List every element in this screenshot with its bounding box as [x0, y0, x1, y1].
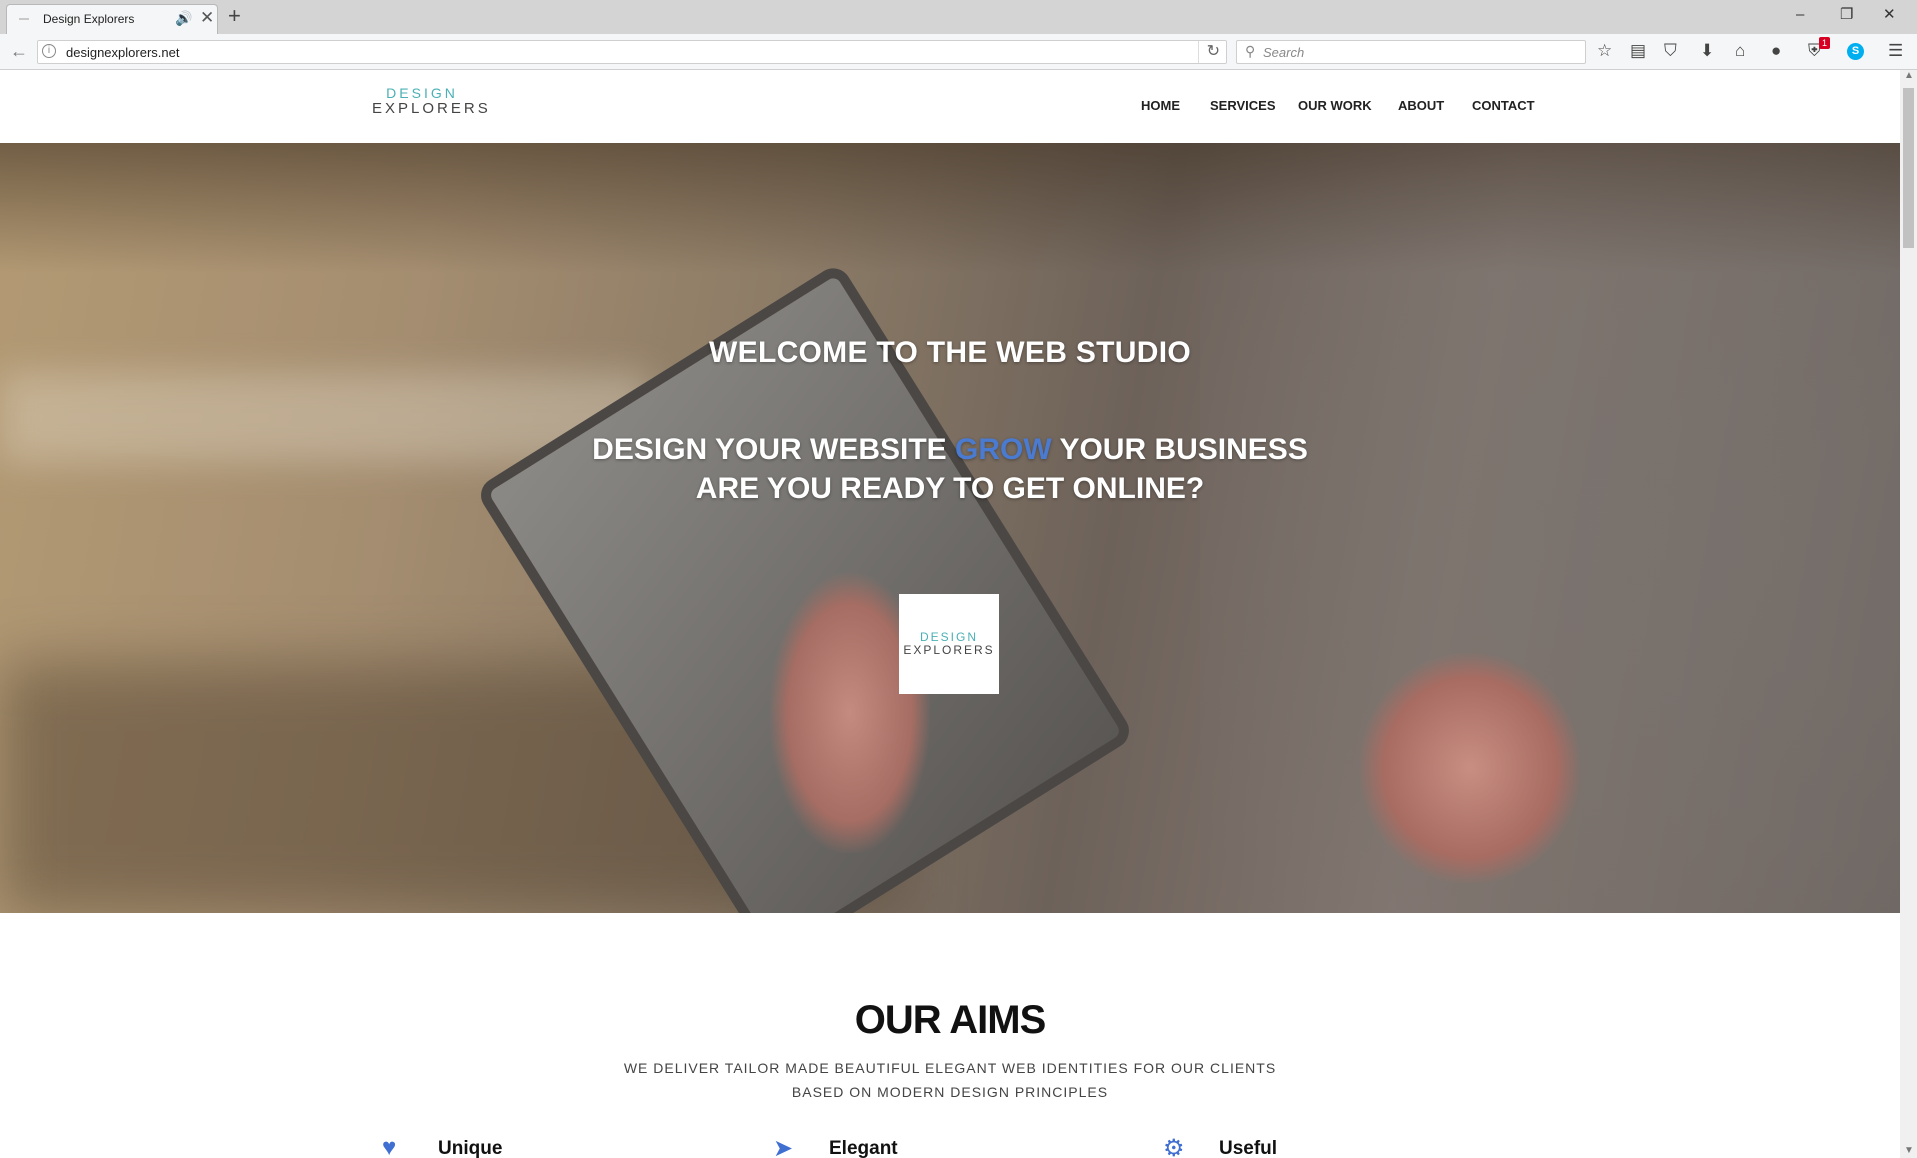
- browser-navigation-bar: ← i designexplorers.net ↻ ⚲ Search ☆ ▤ ⛉…: [0, 34, 1917, 70]
- speaker-icon[interactable]: 🔊: [175, 10, 192, 27]
- page-scrollbar[interactable]: ▲ ▼: [1900, 70, 1917, 1158]
- notification-badge: 1: [1819, 37, 1831, 49]
- search-input[interactable]: Search: [1263, 45, 1304, 60]
- star-icon[interactable]: ☆: [1597, 41, 1612, 61]
- menu-icon[interactable]: ☰: [1888, 41, 1903, 61]
- logo-line-2: EXPLORERS: [372, 100, 491, 117]
- hero-logo: DESIGN EXPLORERS: [899, 631, 999, 656]
- back-icon[interactable]: ←: [10, 40, 28, 62]
- download-icon[interactable]: ⬇: [1700, 41, 1714, 61]
- hero-welcome-heading: WELCOME TO THE WEB STUDIO: [709, 336, 1191, 369]
- aims-subtitle-line-2: BASED ON MODERN DESIGN PRINCIPLES: [791, 1084, 1109, 1100]
- hero-logo-line-1: DESIGN: [919, 630, 978, 644]
- url-text[interactable]: designexplorers.net: [66, 45, 179, 60]
- aims-heading: OUR AIMS: [854, 998, 1047, 1042]
- browser-tab[interactable]: Design Explorers 🔊 ✕: [6, 4, 218, 34]
- new-tab-button[interactable]: +: [228, 3, 241, 29]
- search-icon: ⚲: [1245, 43, 1256, 59]
- feature-label: Useful: [1219, 1138, 1278, 1158]
- site-info-icon[interactable]: i: [42, 44, 56, 58]
- nav-services[interactable]: SERVICES: [1210, 98, 1276, 113]
- scroll-down-icon[interactable]: ▼: [1904, 1145, 1914, 1156]
- nav-about[interactable]: ABOUT: [1398, 98, 1444, 113]
- window-close-button[interactable]: ✕: [1883, 5, 1896, 25]
- nav-home[interactable]: HOME: [1141, 98, 1180, 113]
- heart-icon: ♥: [382, 1134, 397, 1158]
- web-page: DESIGN EXPLORERS HOME SERVICES OUR WORK …: [0, 70, 1900, 1158]
- address-bar[interactable]: i designexplorers.net ↻: [37, 40, 1227, 64]
- tagline-part-1: DESIGN YOUR WEBSITE: [592, 433, 955, 466]
- favicon-icon: [19, 18, 29, 20]
- hero-logo-box[interactable]: DESIGN EXPLORERS: [899, 594, 999, 694]
- reload-icon[interactable]: ↻: [1197, 41, 1220, 63]
- scroll-up-icon[interactable]: ▲: [1904, 70, 1914, 81]
- tagline-highlight: GROW: [955, 433, 1052, 466]
- gears-icon: ⚙: [1163, 1135, 1185, 1158]
- tab-title: Design Explorers: [43, 12, 135, 26]
- scrollbar-thumb[interactable]: [1903, 88, 1914, 248]
- pocket-icon[interactable]: ⛉: [1664, 41, 1677, 61]
- paper-plane-icon: ➤: [773, 1135, 794, 1158]
- chat-icon[interactable]: ●: [1771, 41, 1781, 61]
- aims-subtitle-line-1: WE DELIVER TAILOR MADE BEAUTIFUL ELEGANT…: [623, 1060, 1277, 1076]
- tagline-part-2: YOUR BUSINESS: [1051, 433, 1308, 466]
- hero-section: WELCOME TO THE WEB STUDIO DESIGN YOUR WE…: [0, 143, 1900, 913]
- tab-bar: Design Explorers 🔊 ✕ + ‒ ❐ ✕: [0, 0, 1917, 34]
- site-header: DESIGN EXPLORERS HOME SERVICES OUR WORK …: [0, 70, 1900, 143]
- feature-label: Unique: [438, 1138, 503, 1158]
- home-icon[interactable]: ⌂: [1735, 41, 1745, 61]
- logo-line-1: DESIGN: [386, 85, 458, 101]
- skype-icon[interactable]: S: [1847, 43, 1864, 60]
- tab-close-icon[interactable]: ✕: [200, 8, 214, 28]
- hero-logo-line-2: EXPLORERS: [903, 643, 995, 657]
- reading-list-icon[interactable]: ▤: [1630, 41, 1646, 61]
- restore-button[interactable]: ❐: [1840, 5, 1853, 25]
- hero-hand-image: [1360, 653, 1580, 883]
- nav-contact[interactable]: CONTACT: [1472, 98, 1535, 113]
- feature-label: Elegant: [829, 1138, 898, 1158]
- nav-our-work[interactable]: OUR WORK: [1298, 98, 1372, 113]
- hero-tagline-line-2: ARE YOU READY TO GET ONLINE?: [695, 472, 1205, 505]
- minimize-button[interactable]: ‒: [1796, 5, 1804, 25]
- hero-tagline-line-1: DESIGN YOUR WEBSITE GROW YOUR BUSINESS: [0, 433, 1900, 467]
- search-box[interactable]: ⚲ Search: [1236, 40, 1586, 64]
- site-logo[interactable]: DESIGN EXPLORERS: [372, 85, 491, 117]
